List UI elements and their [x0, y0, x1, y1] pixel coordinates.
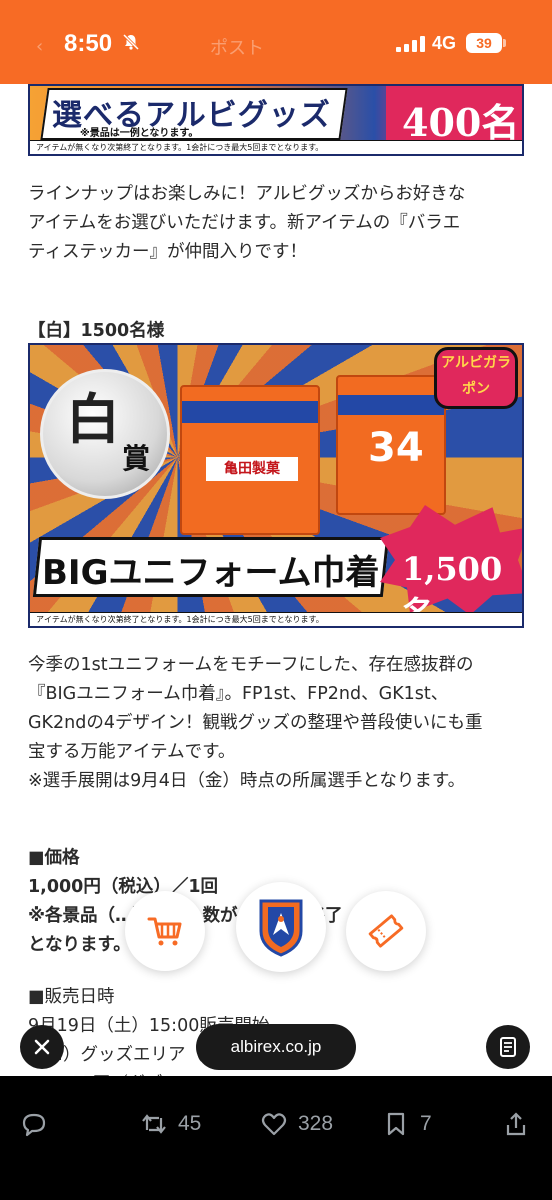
text-line: GK2ndの4デザイン！観戦グッズの整理や普段使いにも重 — [28, 713, 483, 733]
status-bar: ‹ 8:50 ポスト 4G 39 — [0, 0, 552, 84]
banner-title: BIGユニフォーム巾着 — [42, 553, 380, 593]
retweet-icon — [142, 1114, 166, 1134]
goods-banner[interactable]: 選べるアルビグッズ ※景品は一例となります。 400名 アイテムが無くなり次第終… — [28, 84, 524, 156]
share-icon — [506, 1112, 526, 1136]
text-line: ティステッカー』が仲間入りです！ — [28, 242, 307, 262]
medal-subtitle: 賞 — [122, 442, 151, 475]
prize-banner[interactable]: 白 賞 亀田製菓 34 アルビガラポン BIGユニフォーム巾着 1,500名 ア… — [28, 343, 524, 628]
bag-stripe — [182, 401, 318, 423]
status-time: 8:50 — [64, 30, 113, 57]
bag-sponsor: 亀田製菓 — [206, 457, 298, 481]
date-heading: ■販売日時 — [28, 987, 115, 1007]
reply-icon — [22, 1113, 46, 1137]
text-line: 『BIGユニフォーム巾着』。FP1st、FP2nd、GK1st、 — [28, 684, 449, 704]
ticket-button[interactable] — [346, 891, 426, 971]
heart-icon — [261, 1113, 287, 1136]
tweet-action-bar: 45 328 7 — [0, 1076, 552, 1200]
retweet-count: 45 — [178, 1112, 202, 1135]
signal-bars-icon — [396, 36, 425, 52]
ticket-icon — [368, 914, 404, 948]
section-heading: 【白】1500名様 — [28, 317, 528, 346]
garapon-logo: アルビガラポン — [434, 347, 518, 409]
price-heading: ■価格 — [28, 848, 80, 868]
close-icon — [34, 1039, 50, 1055]
text-line: ラインナップはお楽しみに！アルビグッズからお好きな — [28, 184, 466, 204]
close-browser-button[interactable] — [20, 1025, 64, 1069]
bell-muted-icon — [122, 33, 140, 51]
faded-header-title: ポスト — [210, 38, 264, 59]
text-line: 今季の1stユニフォームをモチーフにした、存在感抜群の — [28, 655, 474, 675]
drawstring-bag-back: 34 — [336, 375, 446, 515]
reader-mode-button[interactable] — [486, 1025, 530, 1069]
bookmark-count: 7 — [420, 1112, 432, 1135]
white-prize-heading: 【白】1500名様 — [28, 321, 165, 341]
url-pill[interactable]: albirex.co.jp — [196, 1024, 356, 1070]
reply-action[interactable] — [20, 1110, 48, 1138]
text-line: ※選手展開は9月4日（金）時点の所属選手となります。 — [28, 771, 466, 791]
club-home-button[interactable] — [236, 882, 326, 972]
description-paragraph: 今季の1stユニフォームをモチーフにした、存在感抜群の 『BIGユニフォーム巾着… — [28, 651, 528, 796]
like-action[interactable]: 328 — [260, 1110, 333, 1138]
club-crest-icon — [259, 899, 303, 957]
text-line: 宝する万能アイテムです。 — [28, 742, 236, 762]
bookmark-action[interactable]: 7 — [382, 1110, 432, 1138]
share-action[interactable] — [502, 1110, 530, 1138]
network-type: 4G — [432, 33, 457, 53]
lineup-paragraph: ラインナップはお楽しみに！アルビグッズからお好きな アイテムをお選びいただけます… — [28, 180, 528, 267]
banner-note: アイテムが無くなり次第終了となります。1会計につき最大5回までとなります。 — [36, 143, 324, 152]
battery-indicator: 39 — [466, 33, 502, 53]
like-count: 328 — [298, 1112, 334, 1135]
shop-cart-button[interactable] — [125, 891, 205, 971]
shopping-cart-icon — [147, 917, 182, 946]
banner-count: 400名 — [402, 100, 520, 145]
drawstring-bag-front: 亀田製菓 — [180, 385, 320, 535]
banner-note: アイテムが無くなり次第終了となります。1会計につき最大5回までとなります。 — [36, 615, 324, 624]
bookmark-icon — [387, 1112, 405, 1136]
bag-stripe — [338, 395, 444, 415]
medal-character: 白 — [66, 388, 120, 451]
battery-tip — [503, 39, 506, 47]
retweet-action[interactable]: 45 — [140, 1110, 201, 1138]
banner-subtitle: ※景品は一例となります。 — [80, 128, 199, 139]
back-chevron-icon[interactable]: ‹ — [36, 36, 43, 57]
document-icon — [500, 1037, 516, 1057]
text-line: アイテムをお選びいただけます。新アイテムの『バラエ — [28, 213, 461, 233]
bag-number: 34 — [368, 425, 424, 471]
